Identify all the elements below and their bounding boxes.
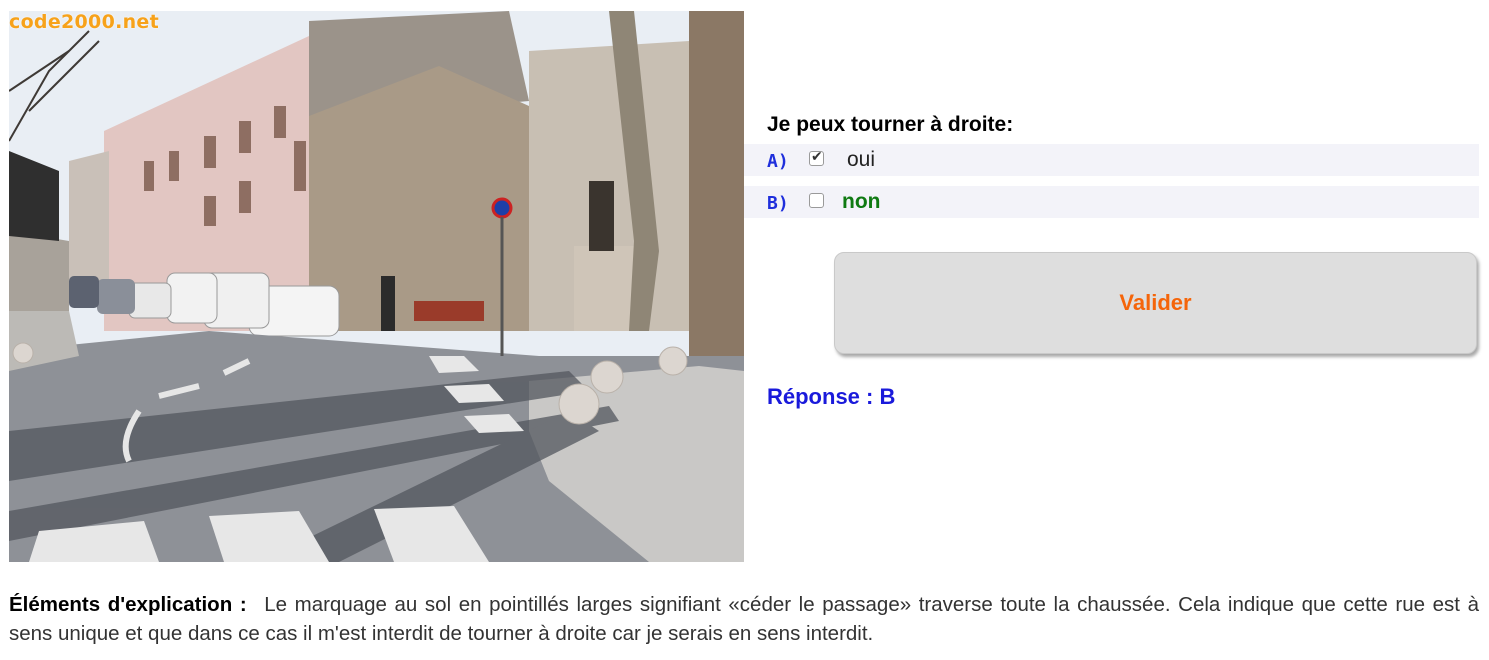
answer-label-b: non: [842, 190, 881, 213]
answer-checkbox-a[interactable]: ✔: [809, 149, 824, 166]
checkmark-icon: ✔: [811, 149, 823, 165]
answer-checkbox-b[interactable]: [809, 193, 824, 208]
validate-button[interactable]: Valider: [834, 252, 1477, 354]
answer-label-a: oui: [847, 148, 876, 171]
answer-row-b[interactable]: B) non: [744, 186, 1479, 218]
validate-button-label: Valider: [1119, 290, 1192, 315]
explanation: Éléments d'explication : Le marquage au …: [9, 590, 1479, 648]
explanation-title: Éléments d'explication :: [9, 593, 247, 616]
question-title: Je peux tourner à droite:: [767, 113, 1014, 136]
question-photo: [9, 11, 744, 562]
answer-letter-a: A): [767, 151, 789, 172]
answer-letter-b: B): [767, 193, 789, 214]
answer-result: Réponse : B: [767, 384, 896, 409]
watermark-logo: code2000.net: [9, 11, 159, 33]
answer-row-a[interactable]: A) ✔ oui: [744, 144, 1479, 176]
